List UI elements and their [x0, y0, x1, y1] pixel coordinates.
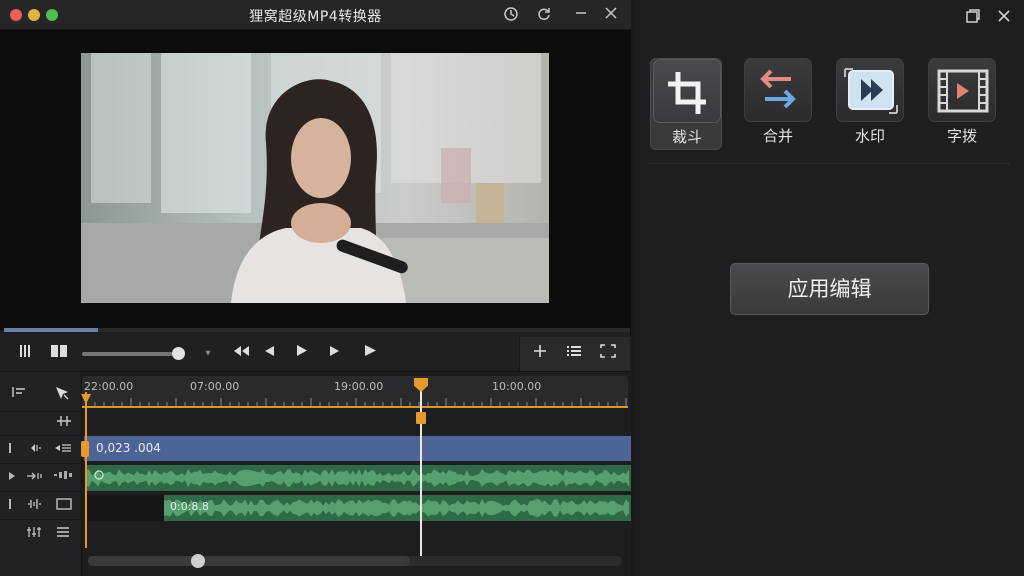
timeline-zoom-knob[interactable]: [191, 554, 205, 568]
playhead-line: [420, 384, 422, 558]
tool-crop[interactable]: 裁斗: [650, 58, 722, 150]
panel-divider: [648, 163, 1010, 164]
chevron-down-icon[interactable]: ▾: [201, 344, 215, 364]
waveform-icon[interactable]: [26, 498, 42, 515]
audio-clip-1[interactable]: [86, 465, 631, 491]
lock-marker-icon: [8, 442, 12, 459]
split-clip-icon[interactable]: [56, 415, 72, 432]
audio-clip-2[interactable]: 0:0:8.8: [164, 495, 631, 521]
close-icon[interactable]: [602, 6, 620, 24]
timeline-scrollbar-thumb[interactable]: [88, 556, 410, 566]
rewind-icon[interactable]: [230, 344, 252, 364]
pause-icon[interactable]: [14, 344, 36, 364]
track-header-marker: [0, 410, 82, 436]
ruler-baseline: [82, 406, 628, 408]
editor-window: 狸窝超级MP4转换器 ▾ 22:00.00 07:00.00 19:00.00 …: [0, 0, 631, 576]
timeline-tools-group: [519, 337, 630, 371]
track-marker-icon: [8, 498, 12, 515]
volume-slider-fill: [82, 352, 172, 356]
tool-subtitle[interactable]: 字拨: [926, 58, 998, 150]
video-clip-label: 0,023 .004: [96, 441, 161, 455]
ruler-label: 22:00.00: [84, 380, 134, 393]
in-point-line: [85, 392, 87, 548]
volume-slider-knob[interactable]: [172, 347, 185, 360]
menu-icon[interactable]: [56, 526, 70, 543]
expand-arrow-icon[interactable]: [8, 470, 16, 487]
track-header-audio-1: [0, 464, 82, 492]
timeline-scrollbar[interactable]: [88, 554, 622, 568]
tool-merge[interactable]: 合并: [742, 58, 814, 150]
volume-mute-icon[interactable]: [54, 442, 72, 459]
caption-box-icon[interactable]: [56, 498, 72, 515]
video-clip[interactable]: 0,023 .004: [84, 436, 631, 461]
fullscreen-icon[interactable]: [598, 344, 618, 364]
time-ruler[interactable]: 22:00.00 07:00.00 19:00.00 10:00.00: [82, 376, 628, 408]
ruler-ticks: [85, 398, 627, 406]
audio-toggle-icon[interactable]: [26, 442, 42, 459]
audio-waveform-2: [164, 499, 629, 517]
align-left-icon[interactable]: [12, 386, 26, 403]
merge-arrows-icon: [744, 58, 812, 122]
audio-clip-2-label: 0:0:8.8: [170, 500, 209, 513]
clip-trim-handle[interactable]: [81, 441, 89, 457]
app-window: 狸窝超级MP4转换器 ▾ 22:00.00 07:00.00 19:00.00 …: [0, 0, 1024, 576]
playback-progress-fill: [4, 328, 98, 332]
subtitle-film-icon: [928, 58, 996, 122]
playback-progress-bar[interactable]: [4, 328, 630, 332]
edit-panel: 裁斗 合并 水印 字拨 应用编辑: [634, 0, 1024, 576]
refresh-icon[interactable]: [535, 6, 553, 24]
tool-label: 水印: [854, 127, 885, 145]
timeline-panel: 22:00.00 07:00.00 19:00.00 10:00.00 0,02…: [0, 372, 631, 576]
audio-arrow-icon[interactable]: [26, 470, 42, 487]
add-icon[interactable]: [530, 344, 550, 364]
playhead-marker[interactable]: [416, 412, 426, 424]
tool-label: 裁斗: [671, 128, 702, 146]
video-frame[interactable]: [81, 53, 549, 303]
edit-tool-list: 裁斗 合并 水印 字拨: [648, 58, 1010, 150]
step-back-icon[interactable]: [259, 344, 279, 364]
watermark-icon: [836, 58, 904, 122]
track-header-video: [0, 436, 82, 464]
ruler-label: 10:00.00: [492, 380, 542, 393]
history-icon[interactable]: [502, 6, 520, 24]
crop-icon: [653, 59, 721, 123]
track-header-audio-2: [0, 492, 82, 520]
edit-panel-header: [634, 0, 1024, 36]
mixer-icon[interactable]: [26, 526, 42, 543]
audio-level-icon: [54, 470, 74, 486]
list-icon[interactable]: [564, 344, 584, 364]
play-icon[interactable]: [292, 344, 312, 364]
next-icon[interactable]: [360, 344, 380, 364]
tool-watermark[interactable]: 水印: [834, 58, 906, 150]
close-panel-icon[interactable]: [994, 8, 1014, 28]
cursor-tool-icon[interactable]: [54, 386, 70, 405]
audio-gap: [86, 495, 164, 521]
apply-edit-button[interactable]: 应用编辑: [730, 263, 929, 315]
tool-label: 字拨: [946, 127, 977, 145]
player-controls: ▾: [0, 336, 631, 372]
track-header-tools: [0, 376, 82, 412]
audio-waveform-1: [86, 469, 629, 487]
title-bar: 狸窝超级MP4转换器: [0, 0, 631, 30]
volume-slider[interactable]: [82, 352, 182, 356]
video-preview-area: [0, 30, 631, 330]
ruler-label: 07:00.00: [190, 380, 240, 393]
minimize-icon[interactable]: [572, 6, 590, 24]
track-headers: [0, 372, 82, 576]
tool-label: 合并: [762, 127, 793, 145]
step-forward-icon[interactable]: [325, 344, 345, 364]
ruler-label: 19:00.00: [334, 380, 384, 393]
track-header-extra: [0, 520, 82, 548]
split-view-icon[interactable]: [48, 344, 70, 364]
restore-window-icon[interactable]: [963, 8, 983, 28]
